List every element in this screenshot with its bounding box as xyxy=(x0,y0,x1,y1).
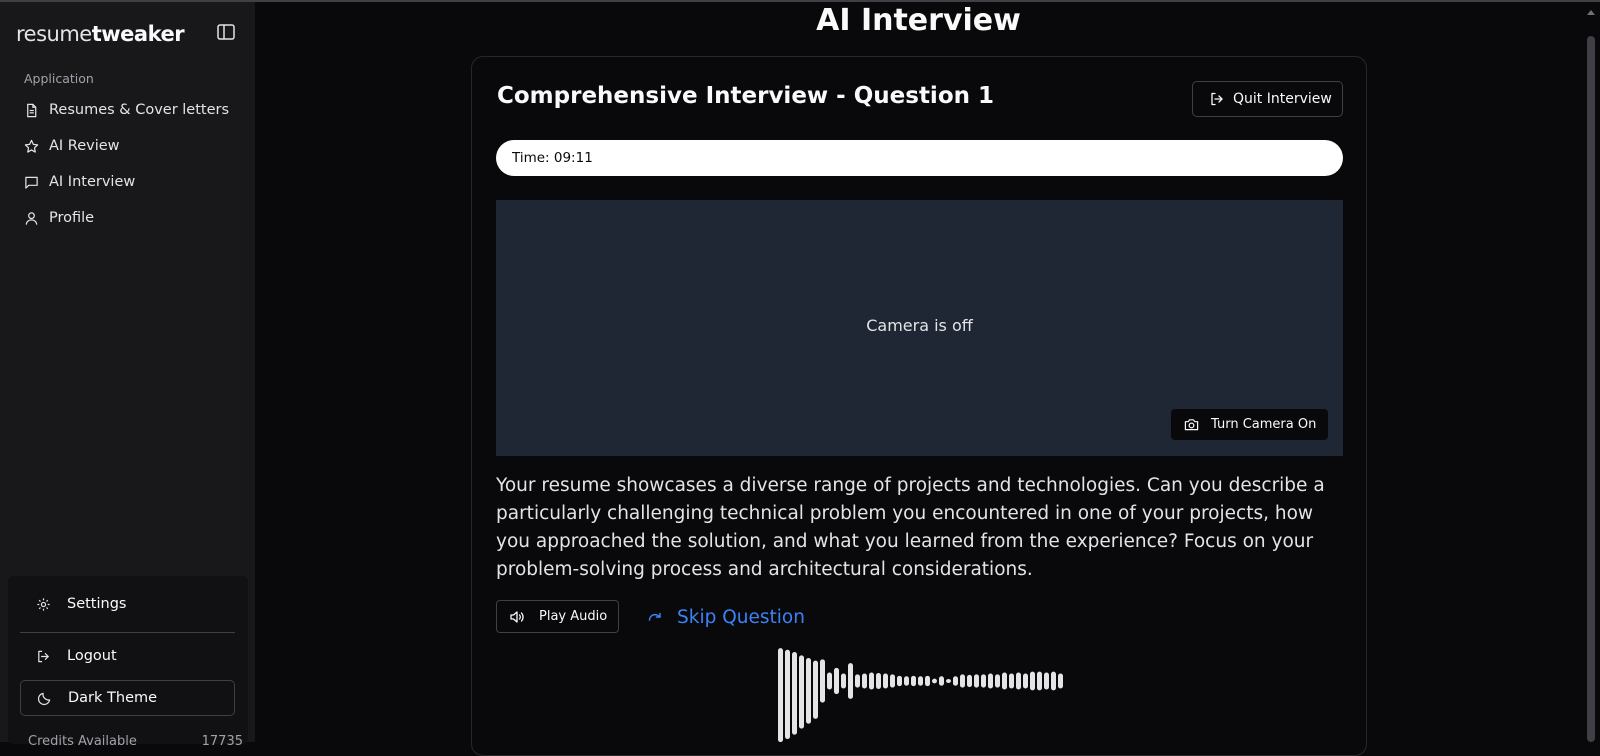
waveform-bar xyxy=(820,659,825,703)
sidebar: resumetweaker Application Resumes & Cove… xyxy=(0,2,255,749)
gear-icon xyxy=(37,597,50,611)
waveform-bar xyxy=(981,674,986,688)
waveform-bar xyxy=(1002,672,1007,690)
waveform-bar xyxy=(1009,673,1014,689)
exit-icon xyxy=(1211,92,1223,106)
waveform-bar xyxy=(1058,673,1063,689)
question-title: Comprehensive Interview - Question 1 xyxy=(497,83,995,109)
play-audio-button[interactable]: Play Audio xyxy=(496,600,619,633)
waveform-bar xyxy=(841,673,846,689)
turn-camera-on-label: Turn Camera On xyxy=(1211,417,1317,432)
waveform-bar xyxy=(1023,673,1028,689)
sidebar-footer: Settings Logout Dark Theme Credits Avail… xyxy=(8,576,248,749)
waveform-bar xyxy=(1037,671,1042,691)
sidebar-item-profile[interactable]: Profile xyxy=(16,203,240,233)
user-icon xyxy=(25,211,38,225)
camera-icon xyxy=(1184,419,1199,431)
waveform-bar xyxy=(939,676,944,686)
quit-interview-button[interactable]: Quit Interview xyxy=(1192,81,1343,117)
footer-divider xyxy=(20,632,235,633)
waveform-bar xyxy=(918,676,923,686)
waveform-bar xyxy=(876,673,881,689)
sidebar-item-resumes[interactable]: Resumes & Cover letters xyxy=(16,95,240,125)
sidebar-item-ai-review[interactable]: AI Review xyxy=(16,131,240,161)
waveform-bar xyxy=(890,674,895,688)
camera-status: Camera is off xyxy=(866,316,973,335)
logout-button[interactable]: Logout xyxy=(20,638,235,674)
logo-text-light: resume xyxy=(16,22,92,46)
waveform-bar xyxy=(834,667,839,695)
waveform-bar xyxy=(995,674,1000,688)
interview-card: Comprehensive Interview - Question 1 Qui… xyxy=(471,56,1367,756)
waveform-bar xyxy=(855,674,860,688)
scrollbar-thumb[interactable] xyxy=(1587,36,1595,742)
sidebar-toggle-icon[interactable] xyxy=(217,24,235,40)
file-icon xyxy=(27,103,37,117)
waveform-bar xyxy=(785,649,790,740)
scrollbar[interactable] xyxy=(1582,2,1600,742)
logo-text-bold: tweaker xyxy=(91,22,185,46)
sidebar-item-label: AI Review xyxy=(49,138,120,154)
waveform-bar xyxy=(904,676,909,686)
waveform-bar xyxy=(1016,672,1021,690)
page-title: AI Interview xyxy=(816,3,1021,38)
waveform-bar xyxy=(1051,671,1056,691)
waveform-bar xyxy=(946,679,951,683)
sidebar-item-label: AI Interview xyxy=(49,174,136,190)
play-audio-label: Play Audio xyxy=(539,609,608,624)
waveform-bar xyxy=(827,672,832,690)
logout-label: Logout xyxy=(67,648,117,664)
app-logo[interactable]: resumetweaker xyxy=(16,22,185,46)
logout-icon xyxy=(38,650,49,662)
question-text: Your resume showcases a diverse range of… xyxy=(496,475,1325,580)
settings-button[interactable]: Settings xyxy=(20,586,235,622)
waveform-bar xyxy=(925,675,930,687)
redo-icon xyxy=(648,612,661,621)
waveform-bar xyxy=(967,674,972,688)
waveform-bar xyxy=(960,674,965,688)
sidebar-item-ai-interview[interactable]: AI Interview xyxy=(16,167,240,197)
waveform-bar xyxy=(778,648,783,743)
waveform-bar xyxy=(848,663,853,699)
waveform-bar xyxy=(862,673,867,689)
waveform-bar xyxy=(792,652,797,735)
sidebar-item-label: Resumes & Cover letters xyxy=(49,102,230,118)
waveform-bar xyxy=(806,657,811,724)
waveform-bar xyxy=(911,675,916,687)
speaker-icon xyxy=(510,610,524,623)
waveform-bar xyxy=(869,672,874,690)
timer-bar: Time: 09:11 xyxy=(496,140,1343,176)
waveform-bar xyxy=(1030,671,1035,691)
settings-label: Settings xyxy=(67,596,127,612)
sidebar-item-label: Profile xyxy=(49,210,95,226)
theme-label: Dark Theme xyxy=(68,690,158,706)
waveform-bar xyxy=(932,678,937,684)
camera-preview: Camera is off Turn Camera On xyxy=(496,200,1343,456)
waveform-bar xyxy=(974,674,979,688)
waveform-bar xyxy=(988,673,993,689)
moon-icon xyxy=(37,692,51,705)
waveform-bar xyxy=(883,673,888,689)
scroll-up-arrow-icon[interactable] xyxy=(1587,10,1595,15)
audio-waveform xyxy=(778,648,1063,743)
quit-interview-label: Quit Interview xyxy=(1233,91,1332,107)
turn-camera-on-button[interactable]: Turn Camera On xyxy=(1171,409,1328,440)
star-icon xyxy=(24,139,39,153)
waveform-bar xyxy=(897,675,902,687)
skip-question-label: Skip Question xyxy=(677,606,805,628)
waveform-bar xyxy=(813,660,818,719)
waveform-bar xyxy=(799,655,804,729)
skip-question-button[interactable]: Skip Question xyxy=(647,602,805,632)
waveform-bar xyxy=(953,676,958,686)
sidebar-group-label: Application xyxy=(24,71,94,86)
message-icon xyxy=(25,176,38,189)
waveform-bar xyxy=(1044,672,1049,690)
theme-toggle-button[interactable]: Dark Theme xyxy=(20,680,235,716)
